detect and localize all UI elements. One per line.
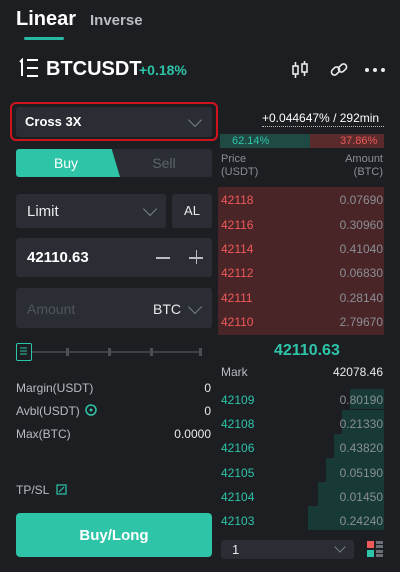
ask-price[interactable]: 42112 xyxy=(221,266,253,280)
price-col-head-2: (USDT) xyxy=(221,166,259,178)
price-col-head: Price (USDT) xyxy=(221,153,258,179)
bid-amount: 0.43820 xyxy=(339,441,383,455)
ask-amount: 0.30960 xyxy=(339,218,383,232)
symbol-change: +0.18% xyxy=(139,62,187,78)
avbl-label: Avbl(USDT) xyxy=(16,404,80,418)
tab-inverse[interactable]: Inverse xyxy=(90,12,143,29)
ask-amount: 0.28140 xyxy=(339,291,383,305)
ask-amount: 2.79670 xyxy=(339,315,383,329)
bid-amount: 0.21330 xyxy=(339,417,383,431)
slider-step[interactable] xyxy=(108,348,111,356)
max-label: Max(BTC) xyxy=(16,427,71,441)
leverage-slider-handle[interactable] xyxy=(16,343,32,361)
tpsl-label[interactable]: TP/SL xyxy=(16,483,49,497)
sell-ratio: 37.86% xyxy=(340,135,378,147)
amount-col-head-2: (BTC) xyxy=(353,166,383,178)
bid-price[interactable]: 42105 xyxy=(221,466,254,480)
ask-amount: 0.07690 xyxy=(339,193,383,207)
ask-price[interactable]: 42116 xyxy=(221,218,253,232)
minus-icon[interactable] xyxy=(156,257,170,259)
sell-tab[interactable]: Sell xyxy=(124,155,204,171)
amount-unit-select[interactable]: BTC xyxy=(153,301,181,317)
buy-tab-label: Buy xyxy=(53,155,79,171)
ask-depth-bar xyxy=(218,187,384,335)
plus-icon-vertical[interactable] xyxy=(195,250,197,264)
ask-amount: 0.06830 xyxy=(339,266,383,280)
tab-linear[interactable]: Linear xyxy=(16,8,76,31)
ask-price[interactable]: 42118 xyxy=(221,193,253,207)
symbol-name[interactable]: BTCUSDT xyxy=(46,58,142,81)
last-price: 42110.63 xyxy=(274,342,340,359)
depth-select[interactable] xyxy=(221,540,354,559)
price-value: 42110.63 xyxy=(27,249,89,266)
ask-price[interactable]: 42111 xyxy=(221,291,253,305)
order-type-label: Limit xyxy=(27,203,59,220)
margin-value: 0 xyxy=(204,381,211,395)
bid-price[interactable]: 42109 xyxy=(221,393,254,407)
candlestick-icon[interactable] xyxy=(289,60,311,80)
amount-placeholder: Amount xyxy=(27,301,76,317)
bid-amount: 0.01450 xyxy=(339,490,383,504)
slider-handle-icon xyxy=(20,347,27,355)
link-icon[interactable] xyxy=(328,60,350,80)
bid-price[interactable]: 42106 xyxy=(221,441,254,455)
slider-step[interactable] xyxy=(150,348,153,356)
bid-amount: 0.05190 xyxy=(339,466,383,480)
tab-active-indicator xyxy=(24,37,64,40)
more-icon[interactable] xyxy=(364,60,386,80)
bid-price[interactable]: 42104 xyxy=(221,490,254,504)
ask-price[interactable]: 42110 xyxy=(221,315,253,329)
margin-mode-label: Cross 3X xyxy=(25,114,82,129)
amount-col-head: Amount (BTC) xyxy=(345,153,383,179)
slider-step[interactable] xyxy=(66,348,69,356)
mark-label: Mark xyxy=(221,365,248,379)
ask-price[interactable]: 42114 xyxy=(221,242,253,256)
max-value: 0.0000 xyxy=(174,427,211,441)
slider-step[interactable] xyxy=(199,348,202,356)
buy-ratio: 62.14% xyxy=(232,135,270,147)
price-col-head-1: Price xyxy=(221,153,247,165)
al-button-label: AL xyxy=(184,203,200,218)
leverage-slider-track[interactable] xyxy=(28,351,202,353)
bid-price[interactable]: 42103 xyxy=(221,514,254,528)
depth-value: 1 xyxy=(232,542,240,557)
edit-icon[interactable] xyxy=(56,484,67,495)
menu-icon[interactable] xyxy=(16,58,40,78)
margin-label: Margin(USDT) xyxy=(16,381,94,395)
funding-rate[interactable]: +0.044647% / 292min xyxy=(262,111,379,125)
grid-icon[interactable] xyxy=(366,540,384,558)
buy-long-button-label: Buy/Long xyxy=(79,527,149,544)
ask-amount: 0.41040 xyxy=(339,242,383,256)
funding-underline xyxy=(262,126,384,127)
bid-price[interactable]: 42108 xyxy=(221,417,254,431)
avbl-value: 0 xyxy=(204,404,211,418)
info-icon[interactable] xyxy=(85,404,97,416)
amount-col-head-1: Amount xyxy=(345,153,383,165)
bid-amount: 0.24240 xyxy=(339,514,383,528)
mark-price: 42078.46 xyxy=(332,365,383,379)
bid-amount: 0.80190 xyxy=(339,393,383,407)
